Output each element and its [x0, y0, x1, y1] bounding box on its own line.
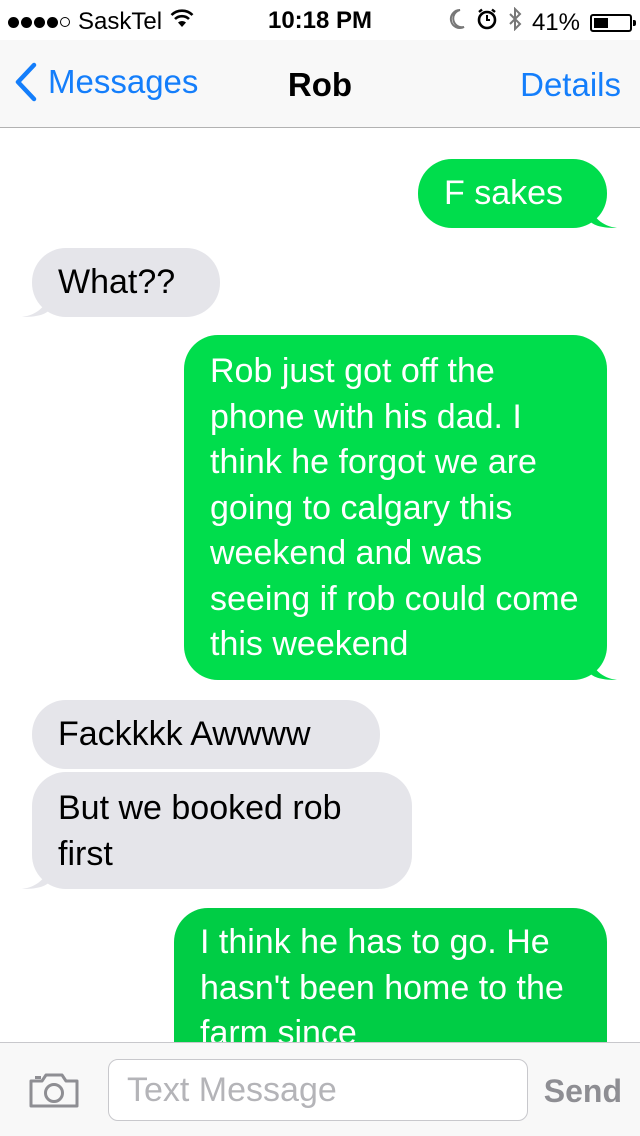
battery-icon [590, 13, 636, 32]
message-bubble-outgoing[interactable]: I think he has to go. He hasn't been hom… [174, 908, 607, 1042]
message-text: F sakes [444, 174, 564, 212]
navigation-bar: Messages Rob Details [0, 40, 640, 128]
moon-icon [448, 8, 466, 37]
compose-bar: Send [0, 1042, 640, 1136]
battery-percent: 41% [531, 8, 580, 36]
message-text: I think he has to go. He hasn't been hom… [200, 923, 564, 1042]
bubble-tail [589, 200, 617, 228]
message-bubble-incoming[interactable]: Fackkkk Awwww [32, 700, 380, 769]
message-text: What?? [58, 263, 176, 301]
status-bar: SaskTel 10:18 PM 41% [0, 0, 640, 40]
status-bar-right: 41% [448, 6, 636, 38]
battery-fill [594, 17, 608, 28]
details-button[interactable]: Details [520, 66, 621, 104]
message-bubble-outgoing[interactable]: F sakes [418, 159, 617, 228]
message-bubble-outgoing[interactable]: Rob just got off the phone with his dad.… [184, 335, 617, 680]
bubble-tail [589, 652, 617, 680]
message-text: Fackkkk Awwww [58, 715, 311, 753]
camera-button[interactable] [28, 1071, 80, 1114]
message-text: Rob just got off the phone with his dad.… [210, 352, 579, 663]
message-bubble-incoming[interactable]: What?? [22, 248, 220, 317]
message-input[interactable] [109, 1060, 527, 1120]
camera-icon [29, 1073, 79, 1108]
bubble-tail [22, 861, 50, 889]
message-bubble-incoming[interactable]: But we booked rob first [22, 772, 412, 889]
bubble-tail [22, 289, 50, 317]
bluetooth-icon [508, 6, 522, 38]
alarm-icon [476, 8, 498, 37]
message-text: But we booked rob first [58, 789, 342, 873]
send-button[interactable]: Send [544, 1073, 622, 1110]
message-input-field[interactable] [108, 1059, 528, 1121]
message-thread[interactable]: F sakes What?? Rob just got off the phon… [0, 128, 640, 1042]
